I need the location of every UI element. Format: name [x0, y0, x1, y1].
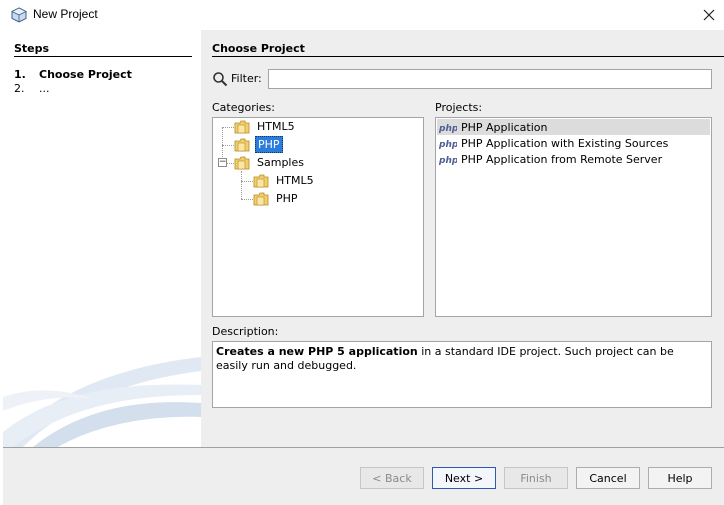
tree-guide [241, 181, 253, 182]
folder-icon [234, 156, 250, 169]
folder-icon [253, 174, 269, 187]
folder-icon [234, 120, 250, 133]
step-label: ... [39, 82, 50, 95]
page-title: Choose Project [212, 42, 305, 55]
tree-guide [222, 127, 234, 128]
help-button[interactable]: Help [648, 467, 712, 489]
svg-text:php: php [439, 156, 457, 165]
project-item-php-application[interactable]: php PHP Application [437, 119, 710, 135]
filter-input[interactable] [268, 69, 712, 89]
choose-project-panel: Choose Project Filter: Categories: Proje… [201, 30, 724, 447]
projects-list[interactable]: php PHP Application php PHP Application … [435, 117, 712, 317]
folder-icon [253, 192, 269, 205]
decorative-swoosh [3, 357, 201, 447]
cancel-button[interactable]: Cancel [576, 467, 640, 489]
projects-label: Projects: [435, 101, 483, 114]
description-box: Creates a new PHP 5 application in a sta… [212, 341, 712, 408]
category-item-samples-php[interactable]: PHP [253, 190, 300, 207]
collapse-toggle-icon[interactable]: − [218, 158, 227, 167]
category-label: HTML5 [276, 174, 314, 187]
php-icon: php [439, 140, 457, 149]
step-item-next: 2.... [14, 82, 50, 95]
category-item-html5[interactable]: HTML5 [234, 118, 297, 135]
project-label: PHP Application with Existing Sources [461, 136, 669, 150]
category-label: PHP [255, 136, 283, 153]
category-item-samples[interactable]: Samples [234, 154, 306, 171]
tree-guide [241, 171, 242, 199]
category-label: HTML5 [257, 120, 295, 133]
steps-divider [14, 56, 192, 57]
category-label: PHP [276, 192, 298, 205]
tree-guide [241, 199, 253, 200]
window-title: New Project [33, 7, 98, 21]
search-icon [213, 72, 228, 87]
project-cube-icon [11, 7, 27, 23]
steps-heading: Steps [14, 42, 50, 55]
category-label: Samples [257, 156, 304, 169]
tree-guide [222, 145, 234, 146]
step-number: 1. [14, 68, 26, 81]
title-bar: New Project [0, 0, 724, 30]
description-bold: Creates a new PHP 5 application [216, 345, 418, 358]
category-item-samples-html5[interactable]: HTML5 [253, 172, 316, 189]
project-label: PHP Application from Remote Server [461, 152, 663, 166]
title-divider [212, 56, 724, 57]
filter-label: Filter: [231, 72, 262, 85]
project-label: PHP Application [461, 120, 548, 134]
svg-text:php: php [439, 124, 457, 133]
svg-text:php: php [439, 140, 457, 149]
steps-panel: Steps 1. Choose Project 2.... [3, 30, 201, 447]
step-number: 2. [14, 82, 25, 95]
step-item-choose-project: 1. Choose Project [14, 68, 132, 81]
step-label: Choose Project [39, 68, 132, 81]
description-label: Description: [212, 325, 279, 338]
categories-label: Categories: [212, 101, 275, 114]
button-bar: < Back Next > Finish Cancel Help [3, 448, 724, 505]
finish-button[interactable]: Finish [504, 467, 568, 489]
back-button[interactable]: < Back [360, 467, 424, 489]
close-icon [703, 9, 715, 21]
project-item-php-existing-sources[interactable]: php PHP Application with Existing Source… [437, 135, 710, 151]
tree-guide [227, 163, 234, 164]
categories-tree[interactable]: − HTML5 PHP Samples HTML5 PHP [212, 117, 424, 317]
php-icon: php [439, 124, 457, 133]
project-item-php-remote-server[interactable]: php PHP Application from Remote Server [437, 151, 710, 167]
php-icon: php [439, 156, 457, 165]
close-button[interactable] [694, 2, 724, 28]
folder-icon [234, 138, 250, 151]
next-button[interactable]: Next > [432, 467, 496, 489]
category-item-php[interactable]: PHP [234, 136, 283, 153]
